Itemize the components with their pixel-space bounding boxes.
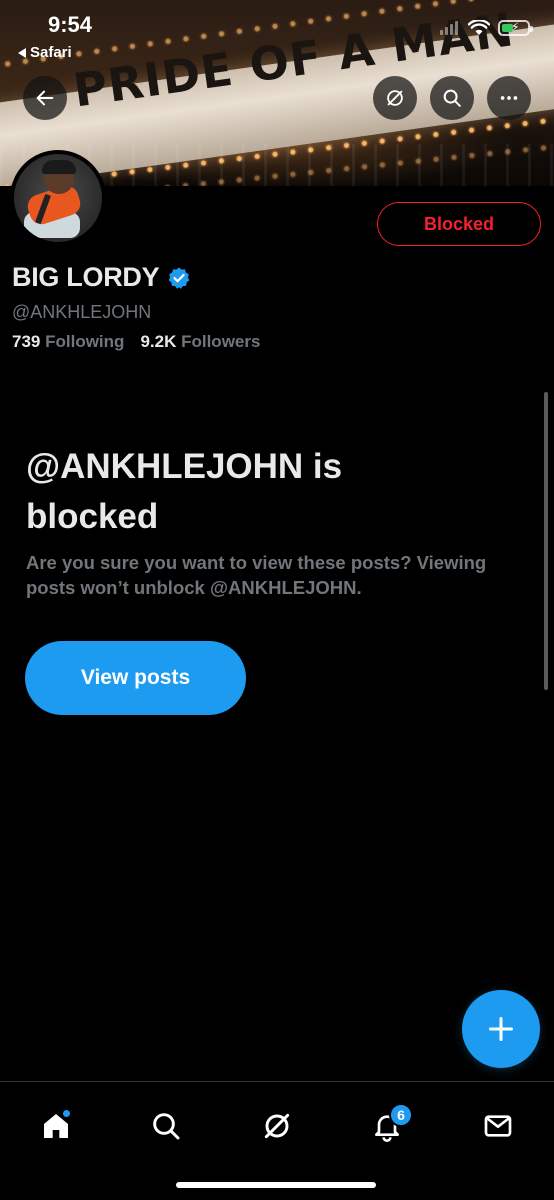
- block-notice-title: @ANKHLEJOHN is blocked: [26, 447, 343, 536]
- nav-home[interactable]: [28, 1098, 84, 1154]
- blocked-button[interactable]: Blocked: [377, 202, 541, 246]
- plus-icon: [488, 1016, 514, 1042]
- following-count: 739: [12, 332, 41, 351]
- more-icon: [500, 96, 518, 100]
- grok-button[interactable]: [373, 76, 417, 120]
- battery-icon: ⚡: [498, 20, 533, 36]
- followers-label: Followers: [181, 332, 261, 351]
- following-label: Following: [45, 332, 125, 351]
- profile-screen: PRIDE OF A MAN 9:54 Safari ⚡ Blocked BIG…: [0, 0, 554, 1200]
- profile-handle: @ANKHLEJOHN: [12, 302, 152, 322]
- grok-icon: [387, 90, 403, 106]
- follow-stats: 739 Following 9.2K Followers: [12, 332, 260, 352]
- nav-search[interactable]: [138, 1098, 194, 1154]
- signal-icon: [440, 21, 458, 35]
- status-bar: 9:54 Safari ⚡: [0, 0, 554, 70]
- wifi-icon: [468, 20, 490, 35]
- compose-post-button[interactable]: [462, 990, 540, 1068]
- home-indicator[interactable]: [176, 1182, 376, 1188]
- search-button[interactable]: [430, 76, 474, 120]
- status-time: 9:54: [48, 12, 93, 37]
- back-app-label: Safari: [30, 44, 72, 61]
- notifications-badge: 6: [389, 1103, 413, 1127]
- grok-icon: [264, 1113, 290, 1139]
- followers-link[interactable]: 9.2K Followers: [140, 332, 260, 352]
- scrollbar[interactable]: [544, 392, 548, 690]
- status-icons: ⚡: [440, 20, 533, 36]
- search-icon: [443, 89, 461, 107]
- search-icon: [153, 1113, 180, 1140]
- back-button[interactable]: [23, 76, 67, 120]
- profile-name: BIG LORDY: [12, 262, 160, 292]
- followers-count: 9.2K: [140, 332, 177, 351]
- nav-messages[interactable]: [470, 1098, 526, 1154]
- back-arrow-icon: [36, 90, 54, 106]
- messages-icon: [484, 1115, 512, 1137]
- following-link[interactable]: 739 Following: [12, 332, 124, 352]
- back-to-app[interactable]: Safari: [18, 44, 72, 61]
- view-posts-button[interactable]: View posts: [25, 641, 246, 715]
- back-triangle-icon: [18, 47, 26, 58]
- avatar[interactable]: [10, 150, 106, 246]
- verified-badge-icon[interactable]: [167, 266, 191, 290]
- profile-name-row: BIG LORDY: [12, 262, 191, 293]
- nav-grok[interactable]: [249, 1098, 305, 1154]
- home-unread-dot: [62, 1109, 71, 1118]
- nav-notifications[interactable]: 6: [359, 1098, 415, 1154]
- block-notice-description: Are you sure you want to view these post…: [26, 552, 487, 598]
- more-options-button[interactable]: [487, 76, 531, 120]
